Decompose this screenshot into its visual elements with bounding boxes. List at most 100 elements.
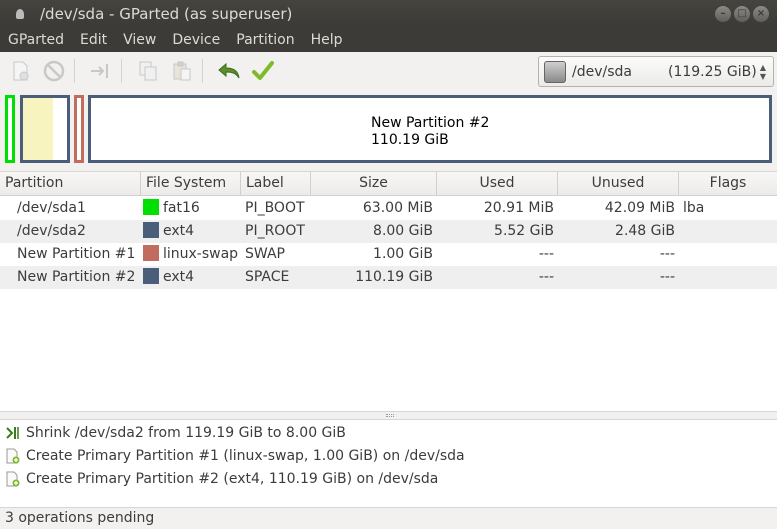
cell-unused: 42.09 MiB [604,200,675,216]
fs-color-swatch [143,268,159,284]
menu-help[interactable]: Help [303,28,351,52]
device-size: (119.25 GiB) [668,63,757,80]
paste-button[interactable] [168,57,196,85]
cell-size: 1.00 GiB [373,246,433,262]
device-selector[interactable]: /dev/sda (119.25 GiB) ▲ ▼ [538,56,774,87]
resize-move-icon [91,64,108,78]
partition-block-new1[interactable] [74,95,84,163]
menu-device[interactable]: Device [164,28,228,52]
cell-size: 110.19 GiB [355,269,433,285]
partition-map: New Partition #2 110.19 GiB [0,90,777,170]
column-unused[interactable]: Unused [558,172,679,196]
cell-label: PI_ROOT [245,223,305,239]
cell-filesystem: ext4 [143,220,194,243]
cell-size: 8.00 GiB [373,223,433,239]
new-partition-icon [13,61,29,81]
partition-block-sda1[interactable] [5,95,15,163]
resize-move-button[interactable] [87,57,115,85]
window-controls: – □ × [715,6,769,22]
table-row[interactable]: /dev/sda1 fat16 PI_BOOT 63.00 MiB 20.91 … [0,197,777,220]
column-partition[interactable]: Partition [0,172,141,196]
copy-icon [139,61,157,81]
column-flags[interactable]: Flags [679,172,777,196]
menu-partition[interactable]: Partition [228,28,302,52]
cell-unused: --- [659,246,675,262]
menu-view[interactable]: View [115,28,164,52]
cell-used: --- [538,246,554,262]
column-size[interactable]: Size [311,172,437,196]
cell-label: SPACE [245,269,290,285]
undo-button[interactable] [215,57,243,85]
fs-color-swatch [143,222,159,238]
cell-label: SWAP [245,246,285,262]
cell-used: 5.52 GiB [494,223,554,239]
operation-text: Shrink /dev/sda2 from 119.19 GiB to 8.00… [26,424,346,441]
fs-color-swatch [143,245,159,261]
toolbar: /dev/sda (119.25 GiB) ▲ ▼ [0,52,777,90]
status-bar: 3 operations pending [0,507,777,529]
cell-label: PI_BOOT [245,200,305,216]
operations-list: Shrink /dev/sda2 from 119.19 GiB to 8.00… [0,419,777,507]
copy-button[interactable] [134,57,162,85]
delete-button[interactable] [40,57,68,85]
splitter-grip-icon [386,414,394,417]
cell-partition: /dev/sda2 [17,223,86,239]
menu-bar: GParted Edit View Device Partition Help [0,28,777,52]
apply-icon [252,61,274,80]
spin-arrows-icon: ▲ ▼ [759,63,766,81]
partition-block-new2[interactable]: New Partition #2 110.19 GiB [88,95,772,163]
create-partition-icon [6,471,20,486]
partition-table: Partition File System Label Size Used Un… [0,171,777,411]
operation-item[interactable]: Shrink /dev/sda2 from 119.19 GiB to 8.00… [0,421,777,444]
title-bar: /dev/sda - GParted (as superuser) – □ × [0,0,777,28]
toolbar-separator [74,59,75,83]
device-name: /dev/sda [572,63,632,80]
operation-text: Create Primary Partition #1 (linux-swap,… [26,447,465,464]
minimize-button[interactable]: – [715,6,731,22]
column-filesystem[interactable]: File System [141,172,241,196]
cell-partition: New Partition #2 [17,269,136,285]
partition-block-sda2[interactable] [20,95,70,163]
pane-splitter[interactable] [0,411,777,419]
cell-filesystem: ext4 [143,266,194,289]
cell-size: 63.00 MiB [362,200,433,216]
close-button[interactable]: × [753,6,769,22]
operation-item[interactable]: Create Primary Partition #2 (ext4, 110.1… [0,467,777,490]
harddisk-icon [544,60,566,83]
used-space-fill [23,98,53,160]
partition-block-size: 110.19 GiB [371,132,449,148]
partition-block-label: New Partition #2 [371,115,490,131]
column-used[interactable]: Used [437,172,558,196]
cell-unused: --- [659,269,675,285]
new-partition-button[interactable] [6,57,34,85]
apply-button[interactable] [249,57,277,85]
status-text: 3 operations pending [5,510,155,526]
toolbar-separator [121,59,122,83]
toolbar-separator [202,59,203,83]
window-title: /dev/sda - GParted (as superuser) [40,5,293,23]
shrink-icon [6,426,19,439]
delete-icon [43,60,65,82]
cell-filesystem: linux-swap [143,243,238,266]
column-label[interactable]: Label [241,172,311,196]
create-partition-icon [6,448,20,463]
cell-partition: /dev/sda1 [17,200,86,216]
undo-icon [218,62,240,79]
cell-unused: 2.48 GiB [615,223,675,239]
table-row[interactable]: New Partition #2 ext4 SPACE 110.19 GiB -… [0,266,777,289]
cell-used: 20.91 MiB [483,200,554,216]
table-header: Partition File System Label Size Used Un… [0,172,777,196]
paste-icon [173,61,191,81]
operation-item[interactable]: Create Primary Partition #1 (linux-swap,… [0,444,777,467]
table-row[interactable]: /dev/sda2 ext4 PI_ROOT 8.00 GiB 5.52 GiB… [0,220,777,243]
maximize-button[interactable]: □ [734,6,750,22]
app-icon [16,9,24,19]
table-row[interactable]: New Partition #1 linux-swap SWAP 1.00 Gi… [0,243,777,266]
cell-flags: lba [683,200,705,216]
operation-text: Create Primary Partition #2 (ext4, 110.1… [26,470,439,487]
cell-partition: New Partition #1 [17,246,136,262]
cell-filesystem: fat16 [143,197,200,220]
fs-color-swatch [143,199,159,215]
menu-gparted[interactable]: GParted [0,28,72,52]
menu-edit[interactable]: Edit [72,28,115,52]
